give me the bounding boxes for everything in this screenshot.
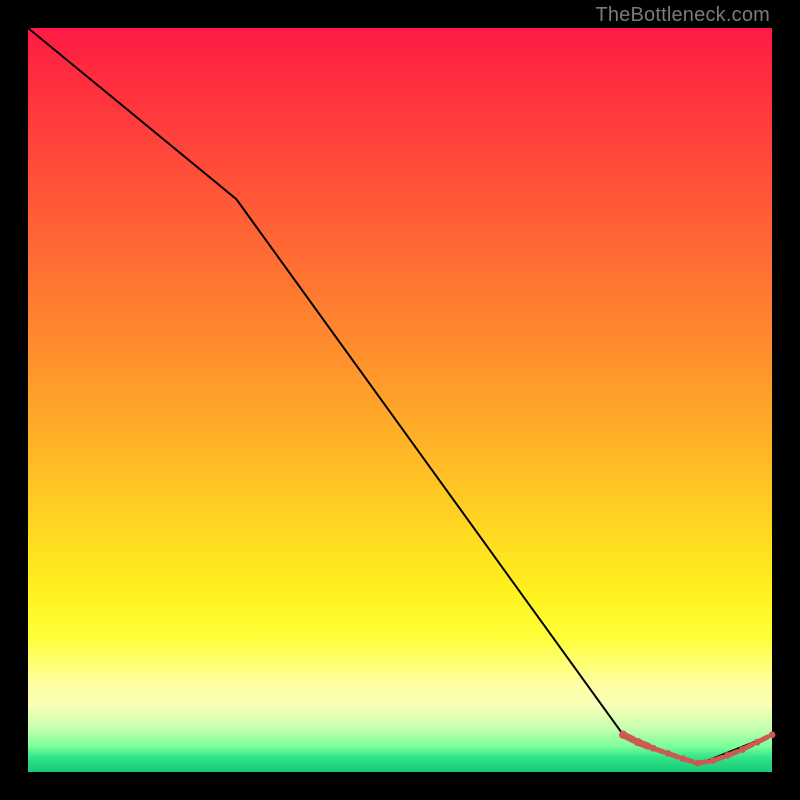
dash-segment bbox=[760, 737, 768, 741]
chart-stage: TheBottleneck.com bbox=[0, 0, 800, 800]
dash-dot bbox=[754, 739, 761, 746]
dash-segment bbox=[641, 743, 648, 746]
dash-segment bbox=[686, 760, 693, 762]
dash-dot bbox=[724, 752, 731, 759]
dash-dot bbox=[619, 731, 627, 739]
dash-layer bbox=[619, 731, 775, 767]
dash-dot bbox=[664, 750, 671, 757]
dash-dot bbox=[650, 745, 657, 752]
curve-layer bbox=[28, 28, 772, 765]
main-curve bbox=[28, 28, 772, 765]
dash-dot bbox=[679, 755, 686, 762]
dash-segment bbox=[745, 745, 753, 749]
dash-segment bbox=[671, 754, 678, 757]
dash-segment bbox=[730, 752, 738, 755]
dash-segment bbox=[656, 749, 663, 752]
dash-dot bbox=[739, 746, 746, 753]
dash-dot bbox=[709, 757, 716, 764]
watermark-text: TheBottleneck.com bbox=[595, 4, 770, 27]
dash-dot bbox=[634, 738, 642, 746]
chart-overlay bbox=[28, 28, 772, 772]
dash-dot bbox=[694, 760, 701, 767]
plot-area bbox=[28, 28, 772, 772]
dash-segment bbox=[701, 762, 708, 763]
dash-segment bbox=[626, 736, 634, 740]
dash-segment bbox=[715, 757, 722, 760]
dash-dot bbox=[769, 731, 776, 738]
